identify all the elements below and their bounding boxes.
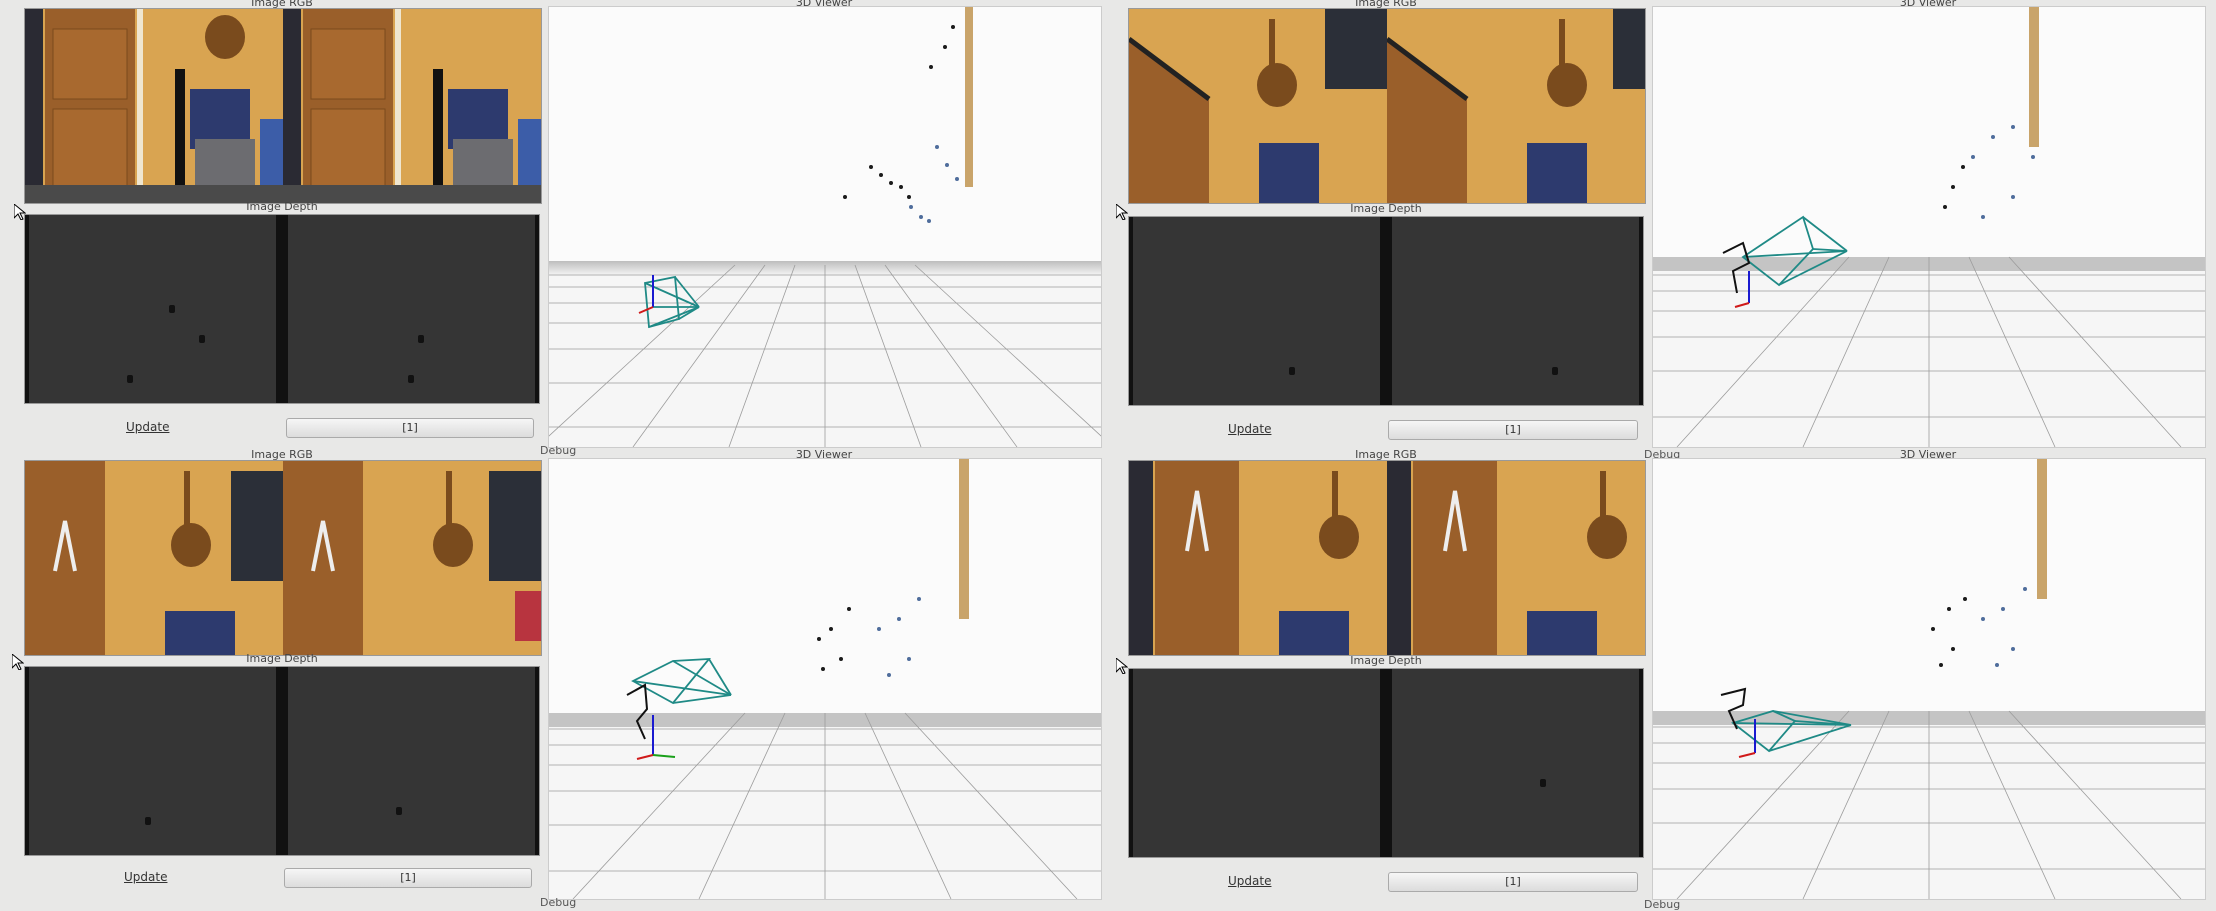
3d-viewer[interactable]	[548, 6, 1102, 448]
depth-title: Image Depth	[1350, 202, 1422, 215]
depth-image-right	[1392, 669, 1639, 857]
depth-image-right	[288, 215, 535, 403]
rgb-image-right	[283, 9, 541, 203]
depth-title: Image Depth	[1350, 654, 1422, 667]
mouse-pointer-icon	[1116, 204, 1128, 220]
3d-viewer[interactable]	[548, 458, 1102, 900]
depth-image-left	[1133, 669, 1380, 857]
mouse-pointer-icon	[12, 654, 24, 670]
depth-title: Image Depth	[246, 652, 318, 665]
view-panel-top-right: Image RGB Image Depth Update [1] 3D View…	[1104, 0, 2206, 461]
frame-counter-button[interactable]: [1]	[1388, 872, 1638, 892]
depth-image-left	[1133, 217, 1380, 405]
rgb-image-left	[25, 461, 283, 655]
depth-image	[1128, 216, 1644, 406]
view-panel-top-left: Image RGB Image Depth Update [1] 3D View…	[0, 0, 1102, 457]
view-panel-bottom-right: Image RGB Image Depth Update [1] 3D View…	[1104, 448, 2206, 911]
3d-viewer[interactable]	[1652, 458, 2206, 900]
rgb-image-left	[25, 9, 283, 203]
rgb-image-left	[1129, 461, 1387, 655]
3d-viewer[interactable]	[1652, 6, 2206, 448]
frame-counter-button[interactable]: [1]	[1388, 420, 1638, 440]
debug-tab[interactable]: Debug	[1644, 898, 1680, 911]
depth-title: Image Depth	[246, 200, 318, 213]
rgb-title: Image RGB	[251, 0, 313, 9]
update-button[interactable]: Update	[1228, 422, 1271, 436]
depth-image-right	[1392, 217, 1639, 405]
update-button[interactable]: Update	[126, 420, 169, 434]
rgb-image-right	[1387, 9, 1645, 203]
frame-counter-button[interactable]: [1]	[286, 418, 534, 438]
rgb-image	[1128, 8, 1646, 204]
view-panel-bottom-left: Image RGB Image Depth Update [1] 3D View…	[0, 448, 1102, 909]
depth-image-right	[288, 667, 535, 855]
rgb-image	[24, 8, 542, 204]
rgb-image-right	[283, 461, 541, 655]
depth-image	[24, 214, 540, 404]
rgb-image-right	[1387, 461, 1645, 655]
depth-image	[24, 666, 540, 856]
debug-tab[interactable]: Debug	[540, 896, 576, 909]
rgb-image	[24, 460, 542, 656]
rgb-title: Image RGB	[1355, 0, 1417, 9]
frame-counter-button[interactable]: [1]	[284, 868, 532, 888]
mouse-pointer-icon	[14, 204, 26, 220]
update-button[interactable]: Update	[124, 870, 167, 884]
mouse-pointer-icon	[1116, 658, 1128, 674]
update-button[interactable]: Update	[1228, 874, 1271, 888]
rgb-title: Image RGB	[1355, 448, 1417, 461]
depth-image-left	[29, 667, 276, 855]
depth-image	[1128, 668, 1644, 858]
rgb-title: Image RGB	[251, 448, 313, 461]
rgb-image-left	[1129, 9, 1387, 203]
depth-image-left	[29, 215, 276, 403]
rgb-image	[1128, 460, 1646, 656]
